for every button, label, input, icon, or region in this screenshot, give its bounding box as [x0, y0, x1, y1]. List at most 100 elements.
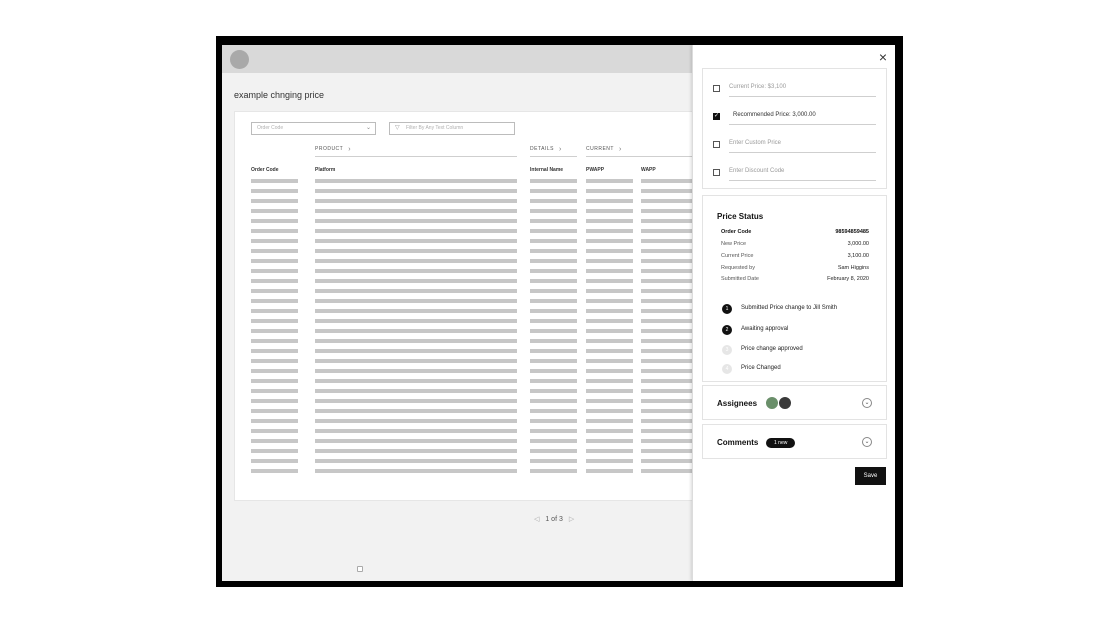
table-row-placeholder[interactable] [251, 199, 298, 203]
table-row-placeholder[interactable] [586, 249, 633, 253]
table-row-placeholder[interactable] [530, 219, 577, 223]
table-row-placeholder[interactable] [586, 449, 633, 453]
table-row-placeholder[interactable] [251, 219, 298, 223]
table-row-placeholder[interactable] [251, 369, 298, 373]
table-row-placeholder[interactable] [586, 459, 633, 463]
table-row-placeholder[interactable] [251, 399, 298, 403]
table-row-placeholder[interactable] [586, 199, 633, 203]
table-row-placeholder[interactable] [251, 289, 298, 293]
table-row-placeholder[interactable] [315, 429, 517, 433]
table-row-placeholder[interactable] [315, 419, 517, 423]
table-row-placeholder[interactable] [315, 329, 517, 333]
table-row-placeholder[interactable] [251, 379, 298, 383]
group-details[interactable]: DETAILS › [530, 145, 562, 153]
table-row-placeholder[interactable] [251, 209, 298, 213]
table-row-placeholder[interactable] [315, 299, 517, 303]
table-row-placeholder[interactable] [530, 439, 577, 443]
table-row-placeholder[interactable] [530, 309, 577, 313]
table-row-placeholder[interactable] [251, 189, 298, 193]
table-row-placeholder[interactable] [315, 469, 517, 473]
table-row-placeholder[interactable] [530, 209, 577, 213]
table-row-placeholder[interactable] [530, 339, 577, 343]
table-row-placeholder[interactable] [586, 319, 633, 323]
table-row-placeholder[interactable] [251, 359, 298, 363]
table-row-placeholder[interactable] [586, 369, 633, 373]
table-row-placeholder[interactable] [315, 339, 517, 343]
table-row-placeholder[interactable] [315, 219, 517, 223]
table-row-placeholder[interactable] [530, 429, 577, 433]
table-row-placeholder[interactable] [530, 329, 577, 333]
table-row-placeholder[interactable] [315, 399, 517, 403]
table-row-placeholder[interactable] [586, 349, 633, 353]
table-row-placeholder[interactable] [586, 409, 633, 413]
table-row-placeholder[interactable] [251, 269, 298, 273]
table-row-placeholder[interactable] [251, 419, 298, 423]
table-row-placeholder[interactable] [586, 219, 633, 223]
column-header-internal-name[interactable]: Internal Name [530, 167, 563, 173]
table-row-placeholder[interactable] [315, 199, 517, 203]
assignee-avatar[interactable] [778, 396, 792, 410]
table-row-placeholder[interactable] [315, 259, 517, 263]
close-icon[interactable]: × [879, 50, 887, 64]
table-row-placeholder[interactable] [586, 259, 633, 263]
table-row-placeholder[interactable] [586, 469, 633, 473]
save-button[interactable]: Save [855, 467, 886, 485]
checkbox-icon[interactable] [357, 566, 363, 572]
table-row-placeholder[interactable] [530, 189, 577, 193]
user-avatar[interactable] [230, 50, 249, 69]
table-row-placeholder[interactable] [251, 429, 298, 433]
table-row-placeholder[interactable] [530, 229, 577, 233]
table-row-placeholder[interactable] [251, 329, 298, 333]
table-row-placeholder[interactable] [315, 179, 517, 183]
table-row-placeholder[interactable] [586, 399, 633, 403]
column-header-platform[interactable]: Platform [315, 167, 335, 173]
table-row-placeholder[interactable] [315, 359, 517, 363]
table-row-placeholder[interactable] [586, 179, 633, 183]
table-row-placeholder[interactable] [251, 319, 298, 323]
assignee-avatar[interactable] [765, 396, 779, 410]
table-row-placeholder[interactable] [315, 279, 517, 283]
table-row-placeholder[interactable] [530, 249, 577, 253]
table-row-placeholder[interactable] [530, 399, 577, 403]
table-row-placeholder[interactable] [251, 449, 298, 453]
table-row-placeholder[interactable] [530, 389, 577, 393]
column-header-wapp[interactable]: WAPP [641, 167, 656, 173]
table-row-placeholder[interactable] [530, 299, 577, 303]
table-row-placeholder[interactable] [586, 439, 633, 443]
table-row-placeholder[interactable] [251, 239, 298, 243]
table-row-placeholder[interactable] [586, 269, 633, 273]
table-row-placeholder[interactable] [315, 289, 517, 293]
table-row-placeholder[interactable] [530, 279, 577, 283]
recommended-price-checkbox[interactable] [713, 112, 720, 120]
option-custom-price[interactable]: Enter Custom Price [713, 138, 876, 153]
table-row-placeholder[interactable] [586, 389, 633, 393]
text-filter-input[interactable]: ▽ Filter By Any Text Column [389, 122, 515, 135]
table-row-placeholder[interactable] [530, 319, 577, 323]
group-current[interactable]: CURRENT › [586, 145, 622, 153]
table-row-placeholder[interactable] [586, 239, 633, 243]
table-row-placeholder[interactable] [530, 369, 577, 373]
table-row-placeholder[interactable] [530, 259, 577, 263]
table-row-placeholder[interactable] [530, 419, 577, 423]
table-row-placeholder[interactable] [586, 329, 633, 333]
table-row-placeholder[interactable] [586, 189, 633, 193]
table-row-placeholder[interactable] [586, 429, 633, 433]
table-row-placeholder[interactable] [530, 379, 577, 383]
table-row-placeholder[interactable] [586, 309, 633, 313]
table-row-placeholder[interactable] [251, 299, 298, 303]
table-row-placeholder[interactable] [315, 269, 517, 273]
table-row-placeholder[interactable] [315, 349, 517, 353]
table-row-placeholder[interactable] [251, 229, 298, 233]
table-row-placeholder[interactable] [315, 369, 517, 373]
table-row-placeholder[interactable] [530, 179, 577, 183]
custom-price-input[interactable]: Enter Custom Price [729, 140, 781, 146]
discount-code-input[interactable]: Enter Discount Code [729, 168, 784, 174]
option-discount-code[interactable]: Enter Discount Code [713, 166, 876, 181]
table-row-placeholder[interactable] [586, 229, 633, 233]
table-row-placeholder[interactable] [586, 419, 633, 423]
group-product[interactable]: PRODUCT › [315, 145, 351, 153]
discount-code-checkbox[interactable] [713, 169, 720, 176]
table-row-placeholder[interactable] [315, 229, 517, 233]
table-row-placeholder[interactable] [315, 459, 517, 463]
table-row-placeholder[interactable] [530, 469, 577, 473]
